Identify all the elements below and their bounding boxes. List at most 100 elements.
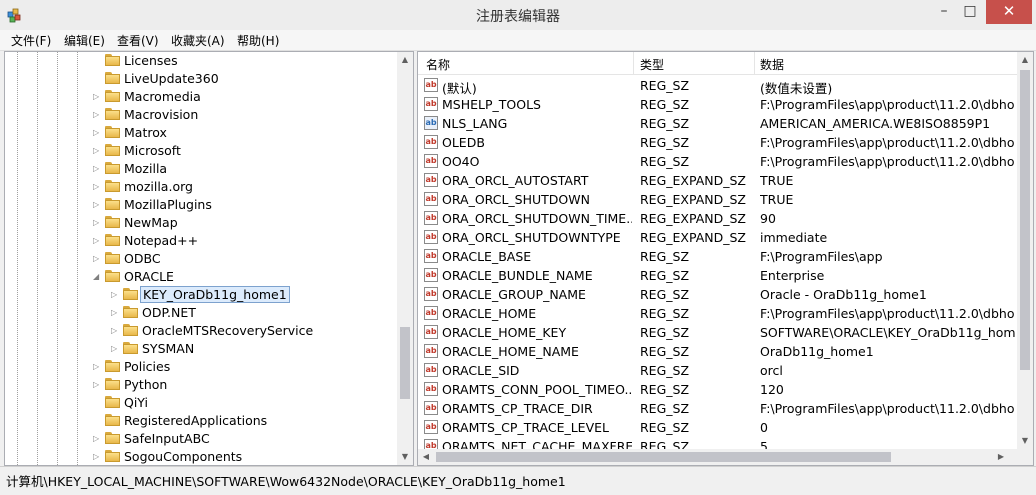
tree-scroll-thumb[interactable]: [400, 327, 410, 399]
value-row[interactable]: ab ORACLE_HOME REG_SZ F:\ProgramFiles\app\p…: [418, 304, 1017, 323]
string-value-icon: ab: [424, 78, 438, 92]
registry-tree[interactable]: Licenses LiveUpdate360 ▷ Macromedia ▷ Macrovi…: [4, 51, 414, 466]
menu-favorites[interactable]: 收藏夹(A): [171, 32, 225, 49]
expand-arrow-icon[interactable]: ◢: [93, 269, 103, 285]
list-vertical-scrollbar[interactable]: ▲ ▼: [1017, 52, 1033, 449]
tree-item-label: ORACLE: [124, 269, 174, 284]
folder-icon: [105, 54, 120, 66]
scroll-up-icon[interactable]: ▲: [397, 52, 413, 68]
expand-arrow-icon[interactable]: ▷: [93, 431, 103, 447]
scroll-up-icon[interactable]: ▲: [1017, 52, 1033, 68]
status-bar: 计算机\HKEY_LOCAL_MACHINE\SOFTWARE\Wow6432N…: [0, 466, 1036, 495]
string-value-icon: ab: [424, 192, 438, 206]
value-row[interactable]: ab ORAMTS_CP_TRACE_DIR REG_SZ F:\ProgramFil…: [418, 399, 1017, 418]
value-type: REG_SZ: [640, 344, 690, 359]
expand-arrow-icon[interactable]: ▷: [93, 161, 103, 177]
expand-arrow-icon[interactable]: ▷: [111, 341, 121, 357]
expand-arrow-icon[interactable]: ▷: [93, 449, 103, 465]
scroll-left-icon[interactable]: ◀: [418, 449, 434, 465]
value-data: F:\ProgramFiles\app\product\11.2.0\dbhom…: [760, 306, 1015, 321]
expand-arrow-icon[interactable]: ▷: [111, 287, 121, 303]
value-row[interactable]: ab ORA_ORCL_SHUTDOWN_TIME... REG_EXPAND_SZ…: [418, 209, 1017, 228]
value-type: REG_SZ: [640, 249, 690, 264]
value-type: REG_EXPAND_SZ: [640, 192, 746, 207]
scroll-down-icon[interactable]: ▼: [397, 449, 413, 465]
value-row[interactable]: ab ORACLE_BASE REG_SZ F:\ProgramFiles\app: [418, 247, 1017, 266]
menu-edit[interactable]: 编辑(E): [64, 32, 105, 49]
value-name: ORACLE_BASE: [442, 249, 532, 264]
expand-arrow-icon[interactable]: ▷: [93, 197, 103, 213]
tree-item-label: KEY_OraDb11g_home1: [140, 286, 290, 303]
tree-item-label: Matrox: [124, 125, 167, 140]
tree-vertical-scrollbar[interactable]: ▲ ▼: [397, 52, 413, 465]
value-data: TRUE: [760, 173, 794, 188]
expand-arrow-icon[interactable]: ▷: [111, 305, 121, 321]
expand-arrow-icon[interactable]: ▷: [93, 179, 103, 195]
expand-arrow-icon[interactable]: ▷: [111, 323, 121, 339]
expand-arrow-icon[interactable]: ▷: [93, 125, 103, 141]
minimize-button[interactable]: –: [932, 0, 956, 24]
value-type: REG_SZ: [640, 401, 690, 416]
column-divider[interactable]: [633, 52, 634, 74]
menu-view[interactable]: 查看(V): [117, 32, 159, 49]
value-type: REG_SZ: [640, 325, 690, 340]
column-data-header[interactable]: 数据: [760, 56, 784, 73]
string-value-icon: ab: [424, 135, 438, 149]
values-list[interactable]: 名称 类型 数据 ab (默认) REG_SZ (数值未设置) ab MSHELP_TOO…: [417, 51, 1034, 466]
value-row[interactable]: ab ORAMTS_CONN_POOL_TIMEO... REG_SZ 120: [418, 380, 1017, 399]
value-data: F:\ProgramFiles\app: [760, 249, 883, 264]
menu-file[interactable]: 文件(F): [11, 32, 51, 49]
folder-icon: [105, 162, 120, 174]
menu-help[interactable]: 帮助(H): [237, 32, 279, 49]
value-row[interactable]: ab OO4O REG_SZ F:\ProgramFiles\app\product\…: [418, 152, 1017, 171]
expand-arrow-icon[interactable]: ▷: [93, 143, 103, 159]
expand-arrow-icon[interactable]: ▷: [93, 89, 103, 105]
column-divider[interactable]: [754, 52, 755, 74]
value-row[interactable]: ab NLS_LANG REG_SZ AMERICAN_AMERICA.WE8ISO8…: [418, 114, 1017, 133]
value-type: REG_EXPAND_SZ: [640, 230, 746, 245]
value-row[interactable]: ab ORACLE_BUNDLE_NAME REG_SZ Enterprise: [418, 266, 1017, 285]
list-horizontal-scrollbar[interactable]: ◀ ▶: [418, 449, 1017, 465]
value-row[interactable]: ab MSHELP_TOOLS REG_SZ F:\ProgramFiles\app\…: [418, 95, 1017, 114]
value-data: OraDb11g_home1: [760, 344, 874, 359]
tree-item-label: RegisteredApplications: [124, 413, 268, 428]
value-row[interactable]: ab (默认) REG_SZ (数值未设置): [418, 76, 1017, 96]
tree-item-label: SafeInputABC: [124, 431, 210, 446]
value-row[interactable]: ab ORAMTS_CP_TRACE_LEVEL REG_SZ 0: [418, 418, 1017, 437]
value-row[interactable]: ab OLEDB REG_SZ F:\ProgramFiles\app\product…: [418, 133, 1017, 152]
column-name-header[interactable]: 名称: [426, 56, 450, 73]
expand-arrow-icon[interactable]: ▷: [93, 215, 103, 231]
tree-item-label: ODBC: [124, 251, 161, 266]
value-row[interactable]: ab ORACLE_SID REG_SZ orcl: [418, 361, 1017, 380]
folder-icon: [105, 108, 120, 120]
expand-arrow-icon[interactable]: ▷: [93, 251, 103, 267]
value-row[interactable]: ab ORACLE_HOME_KEY REG_SZ SOFTWARE\ORACLE\K…: [418, 323, 1017, 342]
value-row[interactable]: ab ORA_ORCL_SHUTDOWN REG_EXPAND_SZ TRUE: [418, 190, 1017, 209]
value-row[interactable]: ab ORA_ORCL_AUTOSTART REG_EXPAND_SZ TRUE: [418, 171, 1017, 190]
folder-icon: [105, 234, 120, 246]
value-type: REG_SZ: [640, 382, 690, 397]
value-data: 120: [760, 382, 784, 397]
expand-arrow-icon[interactable]: ▷: [93, 107, 103, 123]
folder-icon: [105, 396, 120, 408]
expand-arrow-icon[interactable]: ▷: [93, 233, 103, 249]
string-value-icon: ab: [424, 401, 438, 415]
list-header: 名称 类型 数据: [418, 52, 1017, 75]
value-row[interactable]: ab ORACLE_GROUP_NAME REG_SZ Oracle - OraDb1…: [418, 285, 1017, 304]
value-row[interactable]: ab ORACLE_HOME_NAME REG_SZ OraDb11g_home1: [418, 342, 1017, 361]
column-type-header[interactable]: 类型: [640, 56, 664, 73]
folder-icon: [105, 72, 120, 84]
expand-arrow-icon[interactable]: ▷: [93, 377, 103, 393]
value-name: ORACLE_HOME_KEY: [442, 325, 567, 340]
list-hscroll-thumb[interactable]: [436, 452, 891, 462]
value-row[interactable]: ab ORA_ORCL_SHUTDOWNTYPE REG_EXPAND_SZ imme…: [418, 228, 1017, 247]
value-type: REG_SZ: [640, 420, 690, 435]
scroll-right-icon[interactable]: ▶: [993, 449, 1009, 465]
list-scroll-thumb[interactable]: [1020, 70, 1030, 370]
close-button[interactable]: ✕: [986, 0, 1032, 24]
maximize-button[interactable]: □: [958, 0, 982, 24]
scroll-down-icon[interactable]: ▼: [1017, 433, 1033, 449]
string-value-icon: ab: [424, 325, 438, 339]
tree-item-label: Licenses: [124, 53, 178, 68]
expand-arrow-icon[interactable]: ▷: [93, 359, 103, 375]
